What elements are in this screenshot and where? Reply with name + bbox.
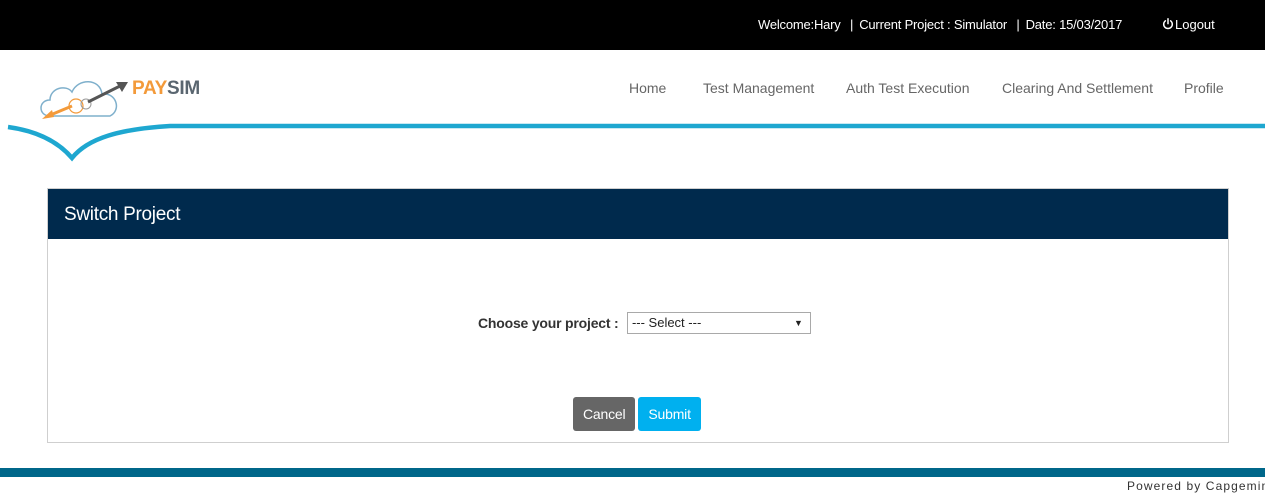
welcome-text: Welcome:Hary	[758, 17, 841, 32]
nav-profile[interactable]: Profile	[1184, 80, 1224, 96]
form-buttons: Cancel Submit	[573, 397, 701, 431]
nav-clearing-and-settlement[interactable]: Clearing And Settlement	[1002, 80, 1153, 96]
footer-credit: Powered by Capgemini	[1127, 479, 1265, 493]
user-info: Welcome:Hary | Current Project : Simulato…	[758, 0, 1122, 50]
switch-project-panel: Switch Project Choose your project : ---…	[47, 188, 1229, 443]
choose-project-label: Choose your project :	[478, 315, 619, 331]
project-select-value: --- Select ---	[631, 315, 702, 330]
header: PAYSIM Home Test Management Auth Test Ex…	[0, 50, 1265, 170]
logout-link[interactable]: Logout	[1162, 0, 1215, 50]
nav-test-management[interactable]: Test Management	[703, 80, 814, 96]
caret-down-icon: ▼	[794, 318, 803, 328]
date-text: Date: 15/03/2017	[1025, 17, 1123, 32]
separator: |	[850, 17, 854, 32]
top-bar: Welcome:Hary | Current Project : Simulato…	[0, 0, 1265, 50]
footer-bar	[0, 468, 1265, 477]
nav-home[interactable]: Home	[629, 80, 666, 96]
panel-title: Switch Project	[48, 189, 1228, 239]
logout-label: Logout	[1175, 17, 1215, 32]
power-icon	[1163, 18, 1173, 30]
nav-auth-test-execution[interactable]: Auth Test Execution	[846, 80, 969, 96]
cancel-button[interactable]: Cancel	[573, 397, 636, 431]
current-project-text: Current Project : Simulator	[859, 17, 1007, 32]
separator: |	[1016, 17, 1020, 32]
submit-button[interactable]: Submit	[638, 397, 701, 431]
project-select[interactable]: --- Select --- ▼	[626, 312, 811, 334]
project-form-row: Choose your project : --- Select --- ▼	[478, 312, 811, 334]
main-nav: Home Test Management Auth Test Execution…	[0, 80, 1265, 104]
